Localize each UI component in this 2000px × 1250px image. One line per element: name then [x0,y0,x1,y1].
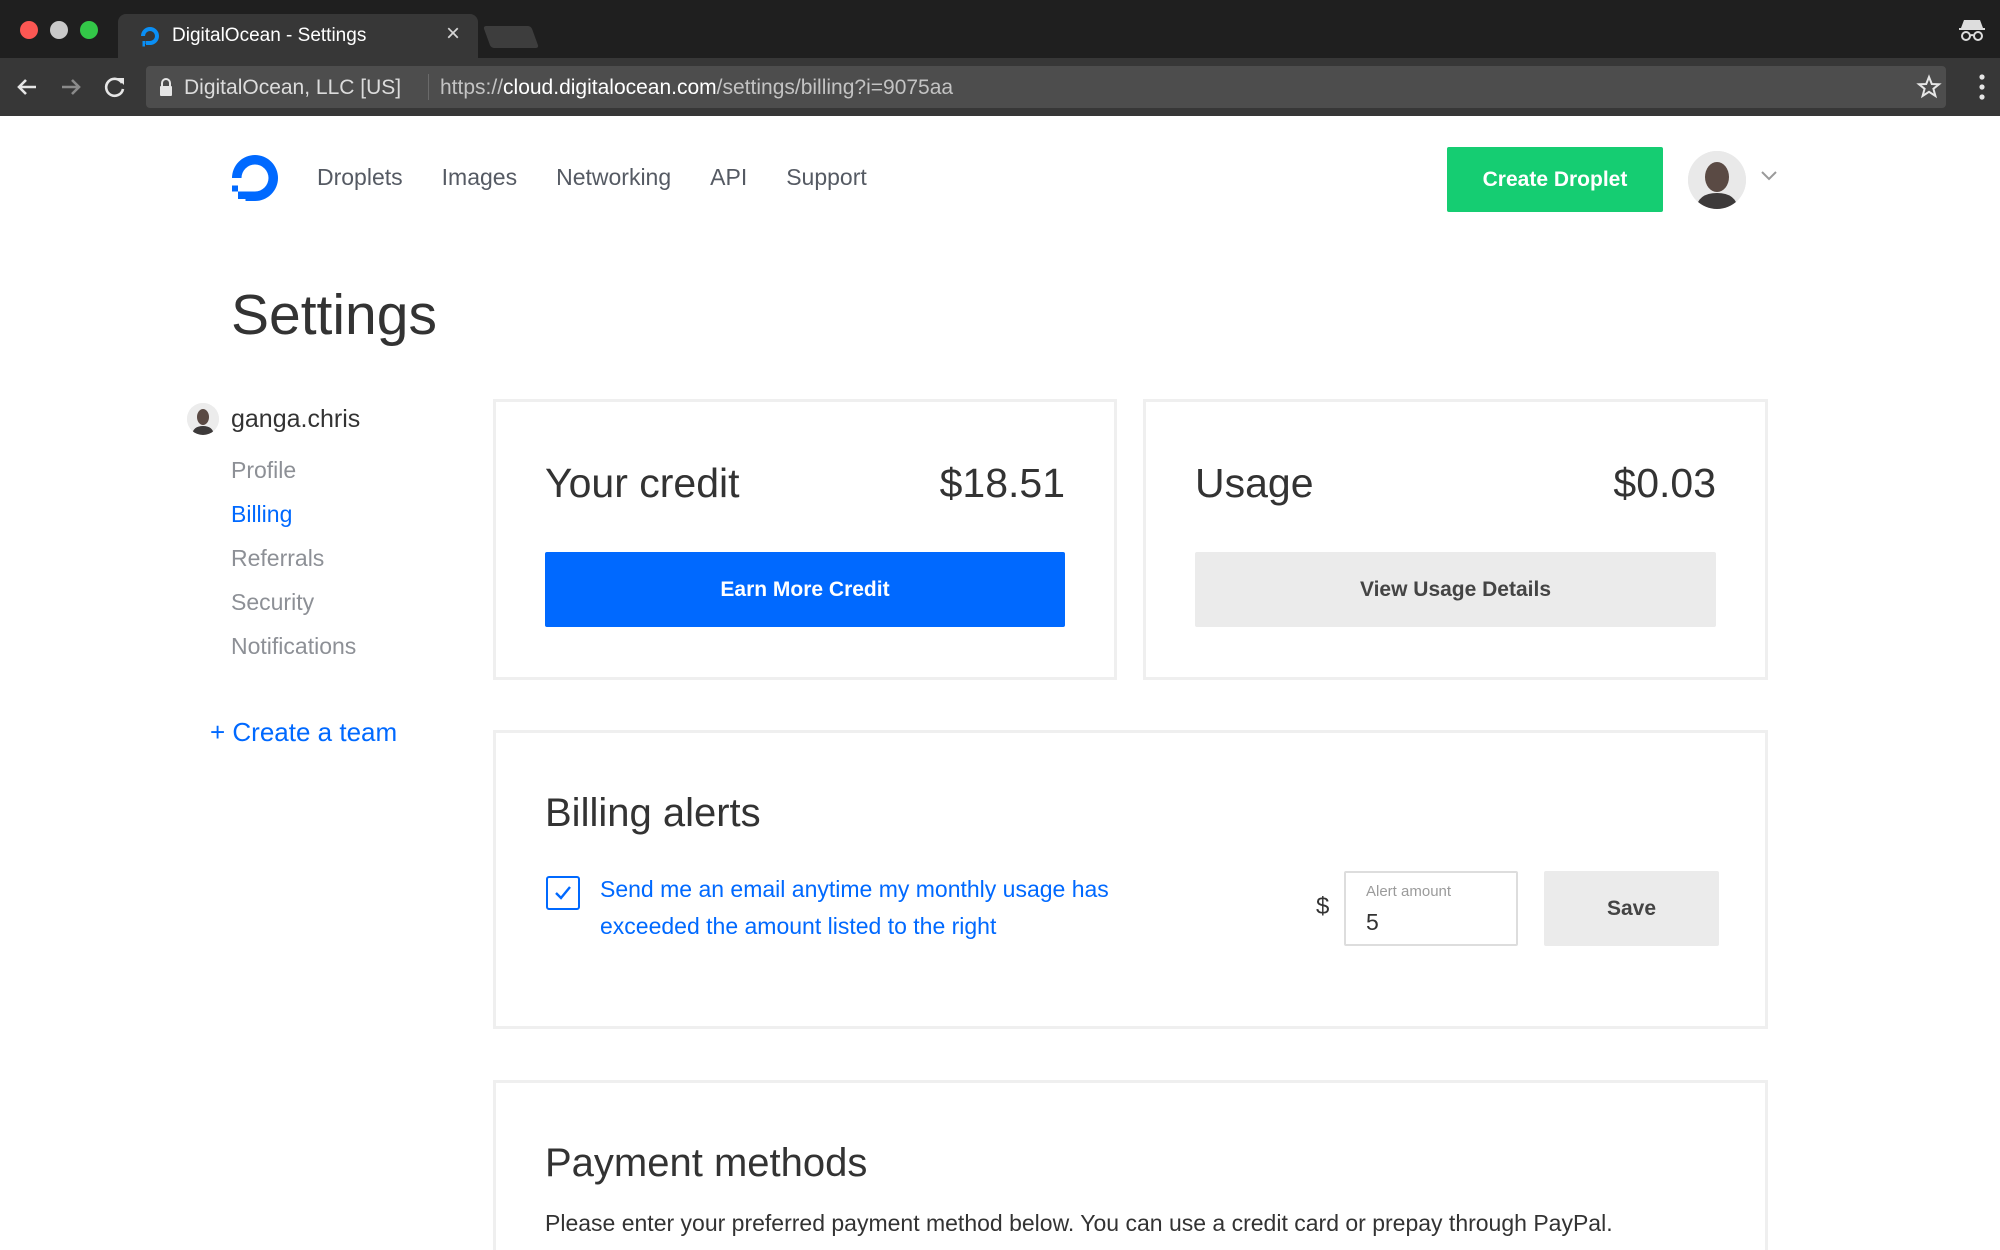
main-nav: Droplets Images Networking API Support [317,164,867,191]
create-droplet-button[interactable]: Create Droplet [1447,147,1663,212]
incognito-icon [1959,20,1985,41]
payment-methods-title: Payment methods [545,1141,868,1185]
reload-icon[interactable] [100,72,130,102]
email-alert-label[interactable]: Send me an email anytime my monthly usag… [600,871,1190,945]
email-alert-checkbox[interactable] [546,876,580,910]
browser-tab-bar: DigitalOcean - Settings × [0,0,2000,58]
sidebar-item-referrals[interactable]: Referrals [231,543,356,587]
new-tab-button[interactable] [482,26,540,48]
page-title: Settings [231,283,437,347]
payment-methods-card: Payment methods Please enter your prefer… [493,1080,1768,1250]
maximize-window-button[interactable] [80,21,98,39]
checkmark-icon [555,886,571,900]
user-avatar[interactable] [1688,151,1746,209]
nav-images[interactable]: Images [442,164,517,191]
chevron-down-icon[interactable] [1760,170,1778,182]
usage-label: Usage [1195,460,1314,506]
address-divider [428,74,429,100]
forward-arrow-icon[interactable] [56,72,86,102]
billing-alerts-title: Billing alerts [545,791,761,835]
browser-tab-active[interactable]: DigitalOcean - Settings × [118,14,478,58]
browser-menu-icon[interactable] [1978,73,1986,101]
sidebar-avatar-photo-icon [187,403,219,435]
address-bar[interactable]: DigitalOcean, LLC [US] https://cloud.dig… [146,66,1946,108]
save-button[interactable]: Save [1544,871,1719,946]
alert-amount-field[interactable]: Alert amount [1344,871,1518,946]
site-identity: DigitalOcean, LLC [US] [184,76,402,99]
earn-more-credit-button[interactable]: Earn More Credit [545,552,1065,627]
bookmark-star-icon[interactable] [1916,74,1942,100]
usage-amount: $0.03 [1613,460,1716,506]
sidebar-item-notifications[interactable]: Notifications [231,631,356,675]
url-path: /settings/billing?i=9075aa [716,76,954,99]
create-team-link[interactable]: + Create a team [210,717,397,748]
sidebar-item-billing[interactable]: Billing [231,499,356,543]
tab-title: DigitalOcean - Settings [172,25,367,46]
nav-support[interactable]: Support [786,164,867,191]
sidebar-avatar [187,403,219,435]
url-scheme: https:// [440,76,504,99]
alert-amount-input[interactable] [1366,907,1506,937]
payment-methods-description: Please enter your preferred payment meth… [545,1210,1613,1236]
nav-networking[interactable]: Networking [556,164,671,191]
digitalocean-logo-icon[interactable] [230,153,280,203]
digitalocean-favicon-icon [141,27,159,47]
lock-icon [160,78,172,96]
sidebar-user: ganga.chris [187,403,360,435]
back-arrow-icon[interactable] [12,72,42,102]
alert-amount-label: Alert amount [1366,883,1452,900]
browser-toolbar: DigitalOcean, LLC [US] https://cloud.dig… [0,58,2000,116]
url-host: cloud.digitalocean.com [503,76,717,99]
credit-card: Your credit $18.51 Earn More Credit [493,399,1117,680]
credit-label: Your credit [545,460,740,506]
minimize-window-button[interactable] [50,21,68,39]
view-usage-details-button[interactable]: View Usage Details [1195,552,1716,627]
sidebar-menu: Profile Billing Referrals Security Notif… [231,455,356,675]
user-avatar-photo-icon [1688,151,1746,209]
currency-symbol: $ [1316,893,1330,920]
url-text[interactable]: https://cloud.digitalocean.com/settings/… [440,76,953,100]
usage-card: Usage $0.03 View Usage Details [1143,399,1768,680]
nav-api[interactable]: API [710,164,747,191]
credit-amount: $18.51 [939,460,1065,506]
nav-droplets[interactable]: Droplets [317,164,403,191]
sidebar-item-security[interactable]: Security [231,587,356,631]
sidebar-username: ganga.chris [231,404,361,433]
sidebar-item-profile[interactable]: Profile [231,455,356,499]
billing-alerts-card: Billing alerts Send me an email anytime … [493,730,1768,1029]
close-tab-icon[interactable]: × [446,22,460,46]
close-window-button[interactable] [20,21,38,39]
